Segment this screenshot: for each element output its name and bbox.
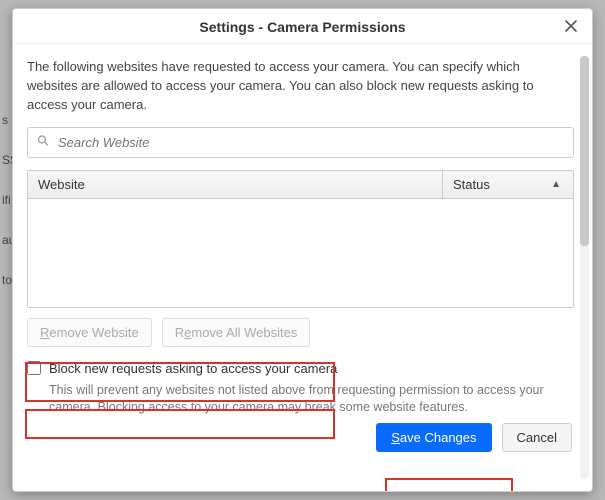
dialog-header: Settings - Camera Permissions	[13, 9, 592, 44]
column-label: Status	[453, 177, 490, 192]
websites-table: Website Status ▲	[27, 170, 574, 308]
column-header-website[interactable]: Website	[28, 171, 443, 198]
search-input[interactable]	[27, 127, 574, 158]
block-requests-row: Block new requests asking to access your…	[27, 361, 574, 376]
column-header-status[interactable]: Status ▲	[443, 171, 573, 198]
highlight-save-button	[385, 478, 513, 491]
column-label: Website	[38, 177, 85, 192]
button-rest: ave Changes	[400, 430, 477, 445]
settings-dialog: Settings - Camera Permissions The follow…	[12, 8, 593, 492]
table-body-empty	[28, 199, 573, 307]
helper-text: This will prevent any websites not liste…	[27, 382, 574, 417]
sort-ascending-icon: ▲	[551, 179, 561, 190]
dialog-body: The following websites have requested to…	[13, 44, 592, 491]
button-rest: move All Websites	[191, 325, 297, 340]
search-icon	[37, 135, 49, 150]
close-icon	[564, 19, 578, 38]
remove-all-websites-button[interactable]: Remove All Websites	[162, 318, 311, 347]
block-requests-label[interactable]: Block new requests asking to access your…	[49, 361, 337, 376]
dialog-footer: Save Changes Cancel	[27, 423, 574, 452]
dialog-title: Settings - Camera Permissions	[199, 19, 405, 35]
remove-buttons-row: Remove Website Remove All Websites	[27, 318, 310, 347]
scrollbar-track[interactable]	[580, 56, 589, 479]
block-requests-checkbox[interactable]	[27, 361, 41, 375]
cancel-button[interactable]: Cancel	[502, 423, 572, 452]
close-button[interactable]	[558, 15, 584, 41]
save-changes-button[interactable]: Save Changes	[376, 423, 491, 452]
search-wrapper	[27, 127, 574, 158]
remove-website-button[interactable]: Remove Website	[27, 318, 152, 347]
table-header: Website Status ▲	[28, 171, 573, 199]
intro-text: The following websites have requested to…	[27, 58, 574, 115]
button-rest: emove Website	[49, 325, 138, 340]
scrollbar-thumb[interactable]	[580, 56, 589, 246]
